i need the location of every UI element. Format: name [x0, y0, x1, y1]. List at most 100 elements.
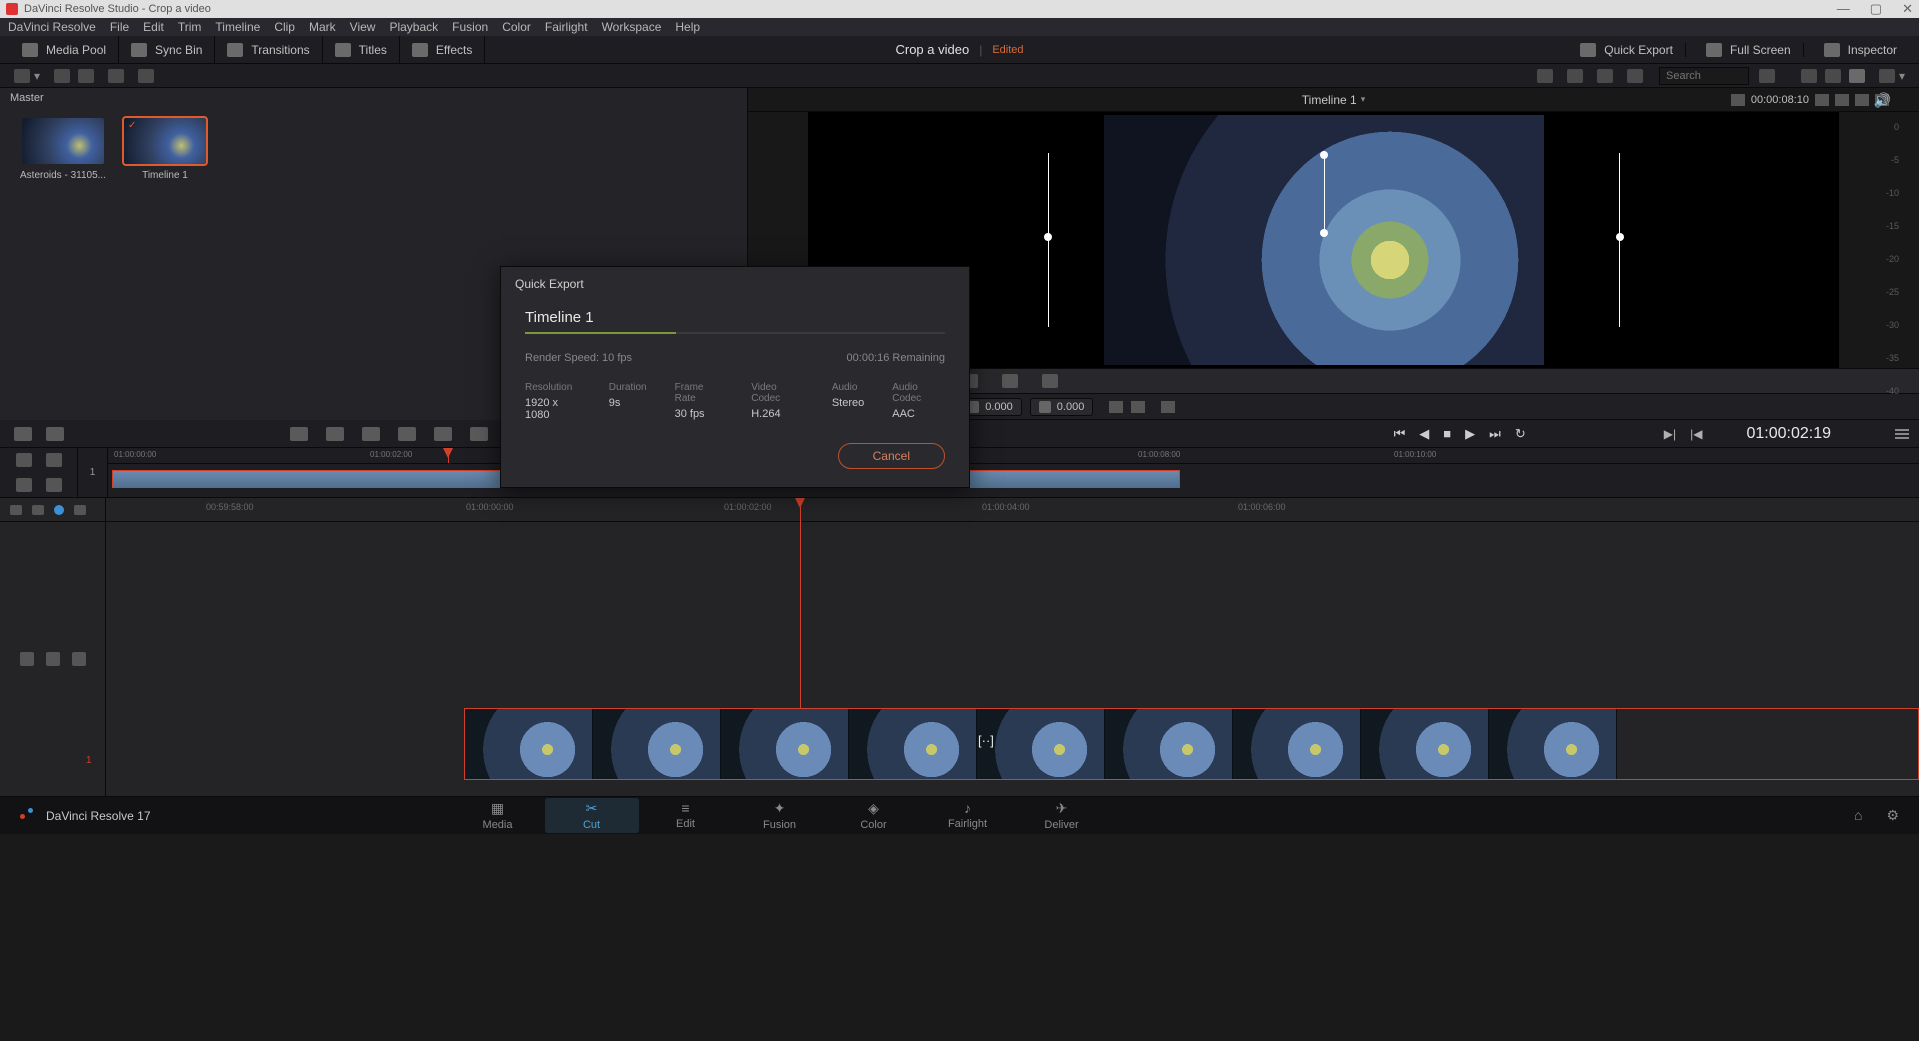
marker-icon[interactable]	[1815, 94, 1829, 106]
flip-h-icon[interactable]	[1109, 401, 1123, 413]
menu-view[interactable]: View	[350, 20, 376, 34]
full-screen-button[interactable]: Full Screen	[1694, 43, 1804, 57]
menu-clip[interactable]: Clip	[274, 20, 295, 34]
chevron-down-icon[interactable]: ▾	[34, 69, 44, 83]
monitor-icon[interactable]	[72, 652, 86, 666]
menu-mark[interactable]: Mark	[309, 20, 336, 34]
play-reverse-button[interactable]: ◀	[1419, 426, 1429, 442]
menu-file[interactable]: File	[110, 20, 129, 34]
trim-tool-c-icon[interactable]	[16, 478, 32, 492]
menu-davinci-resolve[interactable]: DaVinci Resolve	[8, 20, 96, 34]
metadata-view-icon[interactable]	[1537, 69, 1553, 83]
menu-fusion[interactable]: Fusion	[452, 20, 488, 34]
play-button[interactable]: ▶	[1465, 426, 1475, 442]
window-minimize-button[interactable]: —	[1837, 1, 1850, 17]
page-cut[interactable]: ✂Cut	[545, 798, 639, 833]
viewer-mode-icon[interactable]	[1879, 69, 1895, 83]
import-media-icon[interactable]	[54, 69, 70, 83]
video-clip[interactable]	[464, 708, 1919, 780]
go-to-end-button[interactable]: ⏭	[1489, 426, 1501, 442]
timeline-ruler[interactable]: 00:59:58:00 01:00:00:00 01:00:02:00 01:0…	[106, 498, 1919, 522]
marker-btn-icon[interactable]	[32, 505, 44, 515]
cancel-button[interactable]: Cancel	[838, 443, 945, 469]
audio-tool-icon[interactable]	[1002, 374, 1018, 388]
trim-tool-a-icon[interactable]	[16, 453, 32, 467]
boring-detector-icon[interactable]	[14, 427, 32, 441]
menu-playback[interactable]: Playback	[389, 20, 438, 34]
audio-track-icon[interactable]	[74, 505, 86, 515]
viewer-source-icon[interactable]	[1801, 69, 1817, 83]
menu-edit[interactable]: Edit	[143, 20, 164, 34]
sync-bin-button[interactable]: Sync Bin	[119, 36, 215, 63]
inspector-button[interactable]: Inspector	[1812, 43, 1909, 57]
timeline-options-icon[interactable]	[1895, 429, 1909, 439]
page-fairlight[interactable]: ♪Fairlight	[921, 798, 1015, 833]
crop-r-param[interactable]: 0.000	[1030, 398, 1094, 416]
list-view-icon[interactable]	[1627, 69, 1643, 83]
viewer-tape-icon[interactable]	[1825, 69, 1841, 83]
project-settings-button[interactable]: ⚙	[1886, 807, 1899, 824]
prev-edit-button[interactable]: ▶|	[1664, 427, 1676, 441]
menu-color[interactable]: Color	[502, 20, 531, 34]
timeline-tracks[interactable]: 00:59:58:00 01:00:00:00 01:00:02:00 01:0…	[106, 498, 1919, 796]
window-maximize-button[interactable]: ▢	[1870, 1, 1882, 17]
media-timeline[interactable]: Timeline 1	[124, 118, 206, 181]
page-color[interactable]: ◈Color	[827, 798, 921, 833]
snap-icon[interactable]	[10, 505, 22, 515]
overview-ruler[interactable]: 01:00:00:00 01:00:02:00 01:00:08:00 01:0…	[108, 448, 1919, 464]
menu-fairlight[interactable]: Fairlight	[545, 20, 588, 34]
place-on-top-icon[interactable]	[434, 427, 452, 441]
menu-timeline[interactable]: Timeline	[215, 20, 260, 34]
color-chip-icon[interactable]	[54, 505, 64, 515]
source-overwrite-icon[interactable]	[470, 427, 488, 441]
menu-workspace[interactable]: Workspace	[602, 20, 662, 34]
stop-button[interactable]: ■	[1443, 426, 1451, 441]
smart-insert-icon[interactable]	[290, 427, 308, 441]
viewer-dual-icon[interactable]	[1849, 69, 1865, 83]
page-fusion[interactable]: ✦Fusion	[733, 798, 827, 833]
sort-icon[interactable]	[1759, 69, 1775, 83]
split-icon[interactable]	[46, 427, 64, 441]
safe-area-icon[interactable]	[1731, 94, 1745, 106]
append-icon[interactable]	[326, 427, 344, 441]
bin-list-icon[interactable]	[14, 69, 30, 83]
home-button[interactable]: ⌂	[1854, 807, 1862, 824]
lock-icon[interactable]	[20, 652, 34, 666]
flip-v-icon[interactable]	[1131, 401, 1145, 413]
viewer-timeline-name[interactable]: Timeline 1 ▾	[1302, 93, 1365, 107]
effects-button[interactable]: Effects	[400, 36, 485, 63]
page-deliver[interactable]: ✈Deliver	[1015, 798, 1109, 833]
page-media[interactable]: ▦Media	[451, 798, 545, 833]
bin-name[interactable]: Master	[0, 88, 747, 108]
titles-button[interactable]: Titles	[323, 36, 400, 63]
transitions-button[interactable]: Transitions	[215, 36, 322, 63]
thumbnail-view-icon[interactable]	[1567, 69, 1583, 83]
next-edit-button[interactable]: |◀	[1690, 427, 1702, 441]
overview-tracks[interactable]: 01:00:00:00 01:00:02:00 01:00:08:00 01:0…	[108, 448, 1919, 497]
trim-tool-b-icon[interactable]	[46, 453, 62, 467]
close-up-icon[interactable]	[398, 427, 416, 441]
trim-tool-d-icon[interactable]	[46, 478, 62, 492]
bypass-icon[interactable]	[1855, 94, 1869, 106]
sync-icon[interactable]	[108, 69, 124, 83]
speaker-icon[interactable]: 🔊	[1874, 92, 1891, 109]
strip-view-icon[interactable]	[1597, 69, 1613, 83]
link-icon[interactable]	[138, 69, 154, 83]
quick-export-button[interactable]: Quick Export	[1568, 43, 1686, 57]
media-clip[interactable]: Asteroids - 31105...	[20, 118, 106, 181]
import-folder-icon[interactable]	[78, 69, 94, 83]
menu-help[interactable]: Help	[675, 20, 700, 34]
ripple-overwrite-icon[interactable]	[362, 427, 380, 441]
guides-icon[interactable]	[1835, 94, 1849, 106]
page-edit[interactable]: ≡Edit	[639, 798, 733, 833]
overview-track-number[interactable]: 1	[78, 448, 108, 497]
reset-icon[interactable]	[1161, 401, 1175, 413]
menu-trim[interactable]: Trim	[178, 20, 202, 34]
chevron-down-icon[interactable]: ▾	[1899, 69, 1909, 83]
window-close-button[interactable]: ✕	[1902, 1, 1913, 17]
loop-button[interactable]: ↻	[1515, 426, 1526, 442]
music-icon[interactable]	[1042, 374, 1058, 388]
go-to-start-button[interactable]: ⏮	[1394, 426, 1406, 442]
mute-icon[interactable]	[46, 652, 60, 666]
media-pool-button[interactable]: Media Pool	[10, 36, 119, 63]
